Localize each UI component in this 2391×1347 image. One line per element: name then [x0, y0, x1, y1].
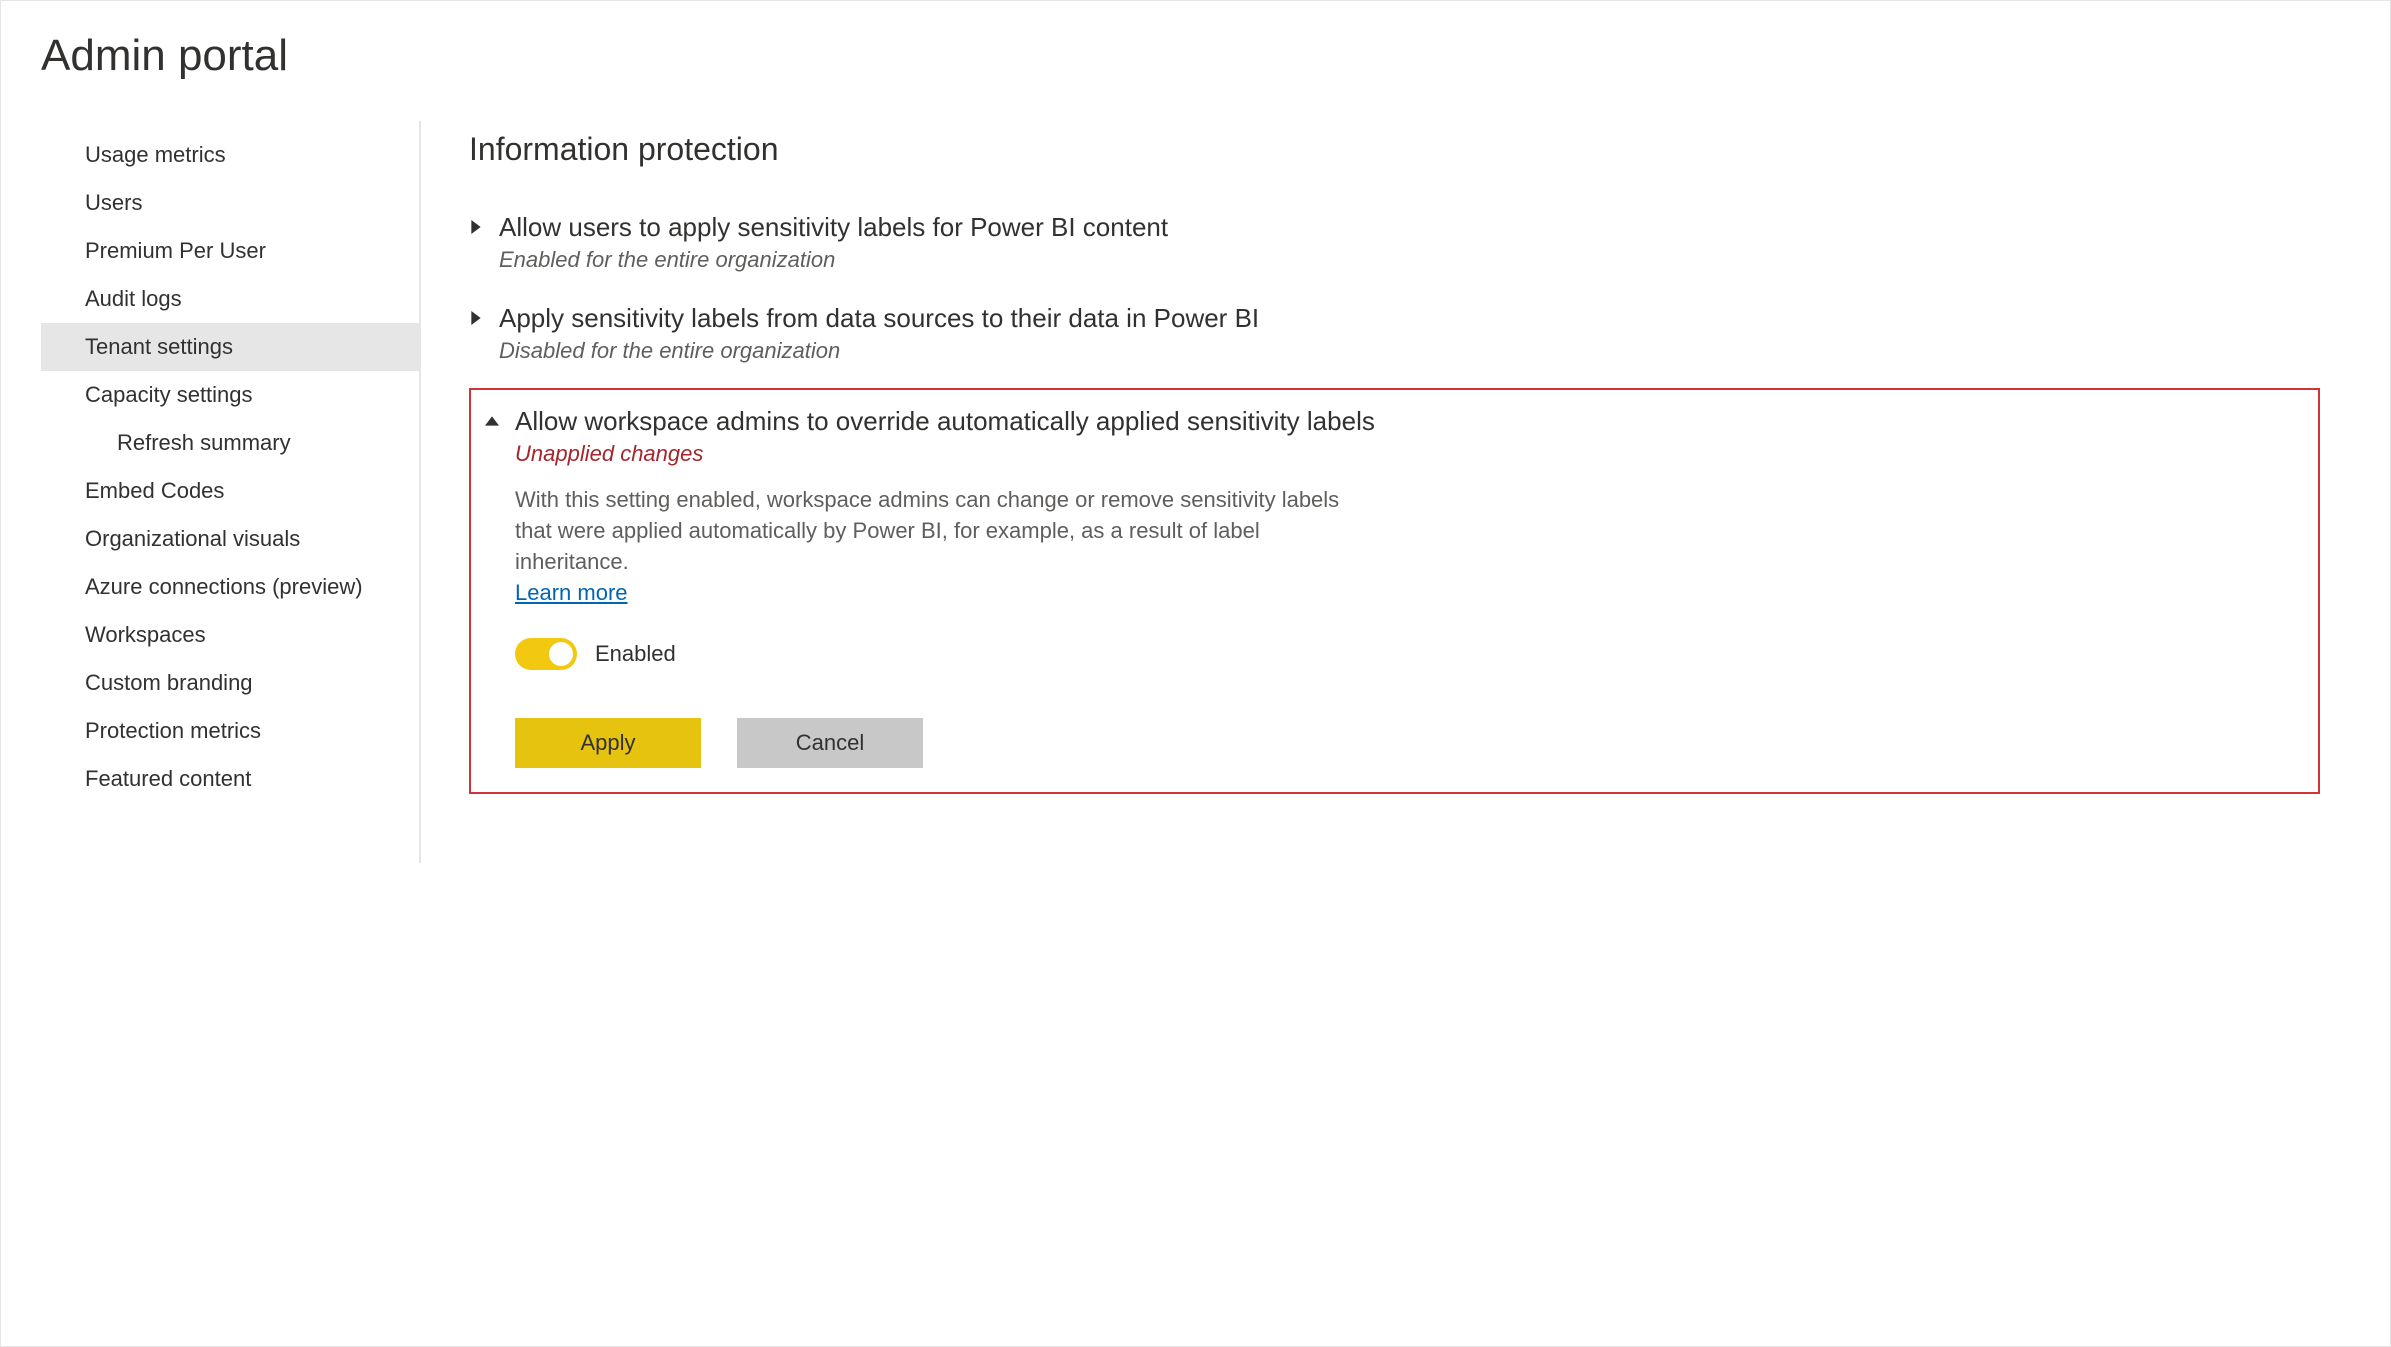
sidebar-item-premium-per-user[interactable]: Premium Per User	[41, 227, 419, 275]
setting-item-data-source-labels: Apply sensitivity labels from data sourc…	[469, 287, 2320, 378]
sidebar-nav: Usage metrics Users Premium Per User Aud…	[41, 121, 421, 863]
main-content: Information protection Allow users to ap…	[421, 121, 2350, 863]
sidebar-item-workspaces[interactable]: Workspaces	[41, 611, 419, 659]
toggle-label: Enabled	[595, 641, 676, 667]
sidebar-item-organizational-visuals[interactable]: Organizational visuals	[41, 515, 419, 563]
setting-item-workspace-admin-override: Allow workspace admins to override autom…	[469, 388, 2320, 794]
sidebar-item-azure-connections[interactable]: Azure connections (preview)	[41, 563, 419, 611]
sidebar-item-embed-codes[interactable]: Embed Codes	[41, 467, 419, 515]
toggle-knob	[549, 642, 573, 666]
setting-item-sensitivity-labels: Allow users to apply sensitivity labels …	[469, 196, 2320, 287]
setting-title: Allow workspace admins to override autom…	[515, 404, 2302, 439]
sidebar-item-capacity-settings[interactable]: Capacity settings	[41, 371, 419, 419]
chevron-up-icon[interactable]	[485, 414, 501, 428]
apply-button[interactable]: Apply	[515, 718, 701, 768]
sidebar-item-audit-logs[interactable]: Audit logs	[41, 275, 419, 323]
chevron-right-icon[interactable]	[469, 220, 485, 234]
sidebar-item-refresh-summary[interactable]: Refresh summary	[41, 419, 419, 467]
chevron-right-icon[interactable]	[469, 311, 485, 325]
cancel-button[interactable]: Cancel	[737, 718, 923, 768]
sidebar-item-protection-metrics[interactable]: Protection metrics	[41, 707, 419, 755]
section-title: Information protection	[469, 131, 2320, 168]
sidebar-item-users[interactable]: Users	[41, 179, 419, 227]
enabled-toggle[interactable]	[515, 638, 577, 670]
learn-more-link[interactable]: Learn more	[515, 578, 628, 609]
setting-title: Allow users to apply sensitivity labels …	[499, 210, 2310, 245]
setting-description-text: With this setting enabled, workspace adm…	[515, 487, 1339, 574]
sidebar-item-custom-branding[interactable]: Custom branding	[41, 659, 419, 707]
setting-description: With this setting enabled, workspace adm…	[515, 485, 1375, 608]
setting-status: Enabled for the entire organization	[499, 247, 2310, 273]
sidebar-item-usage-metrics[interactable]: Usage metrics	[41, 131, 419, 179]
setting-status-unapplied: Unapplied changes	[515, 441, 2302, 467]
setting-title: Apply sensitivity labels from data sourc…	[499, 301, 2310, 336]
setting-status: Disabled for the entire organization	[499, 338, 2310, 364]
page-title: Admin portal	[41, 31, 2350, 81]
sidebar-item-featured-content[interactable]: Featured content	[41, 755, 419, 803]
sidebar-item-tenant-settings[interactable]: Tenant settings	[41, 323, 419, 371]
